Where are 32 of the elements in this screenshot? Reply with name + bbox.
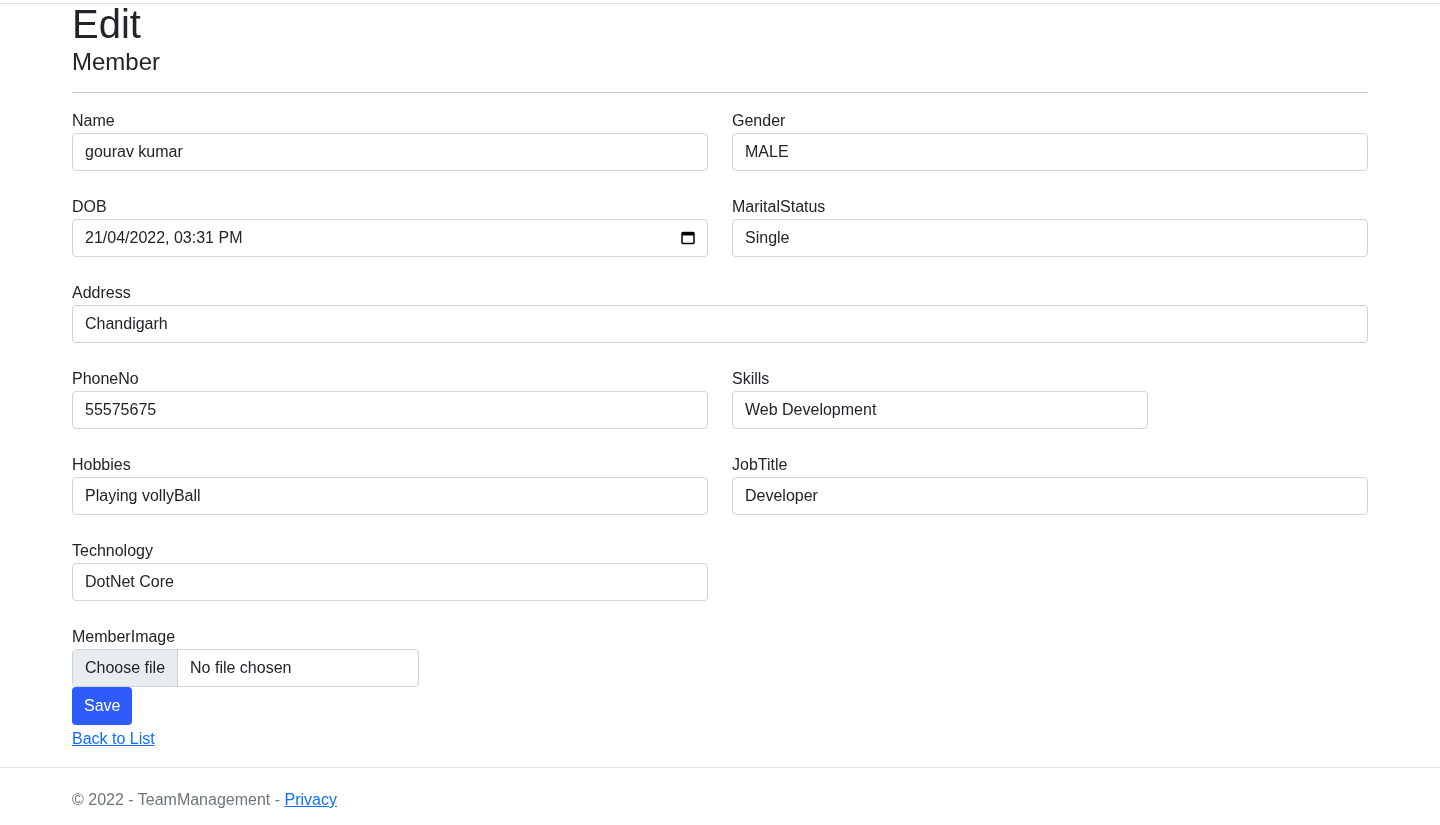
date-field[interactable]: 21/04/2022, 03:31 PM [72, 219, 708, 257]
input-field[interactable]: Playing vollyBall [72, 477, 708, 515]
field-label: DOB [72, 197, 108, 217]
field-label: Skills [732, 369, 771, 389]
page-subtitle: Member [72, 48, 162, 76]
input-field[interactable]: Chandigarh [72, 305, 1368, 343]
input-field[interactable]: Developer [732, 477, 1368, 515]
field-label: Technology [72, 541, 154, 561]
input-field[interactable]: MALE [732, 133, 1368, 171]
field-label: JobTitle [732, 455, 789, 475]
file-status: No file chosen [189, 658, 293, 678]
privacy-link[interactable]: Privacy [284, 791, 337, 808]
file-field[interactable]: Choose file No file chosen [72, 649, 419, 687]
field-label: Address [72, 283, 132, 303]
field-label: Gender [732, 111, 787, 131]
field-label: MemberImage [72, 627, 177, 647]
field-label: MaritalStatus [732, 197, 827, 217]
footer-text: © 2022 - TeamManagement - [72, 791, 282, 808]
field-label: PhoneNo [72, 369, 140, 389]
input-field[interactable]: 55575675 [72, 391, 708, 429]
calendar-icon[interactable] [681, 231, 695, 245]
input-field[interactable]: Single [732, 219, 1368, 257]
input-field[interactable]: gourav kumar [72, 133, 708, 171]
back-to-list-link[interactable]: Back to List [72, 730, 155, 747]
choose-file-button[interactable]: Choose file [73, 650, 179, 686]
input-field[interactable]: DotNet Core [72, 563, 708, 601]
page-title: Edit [72, 4, 141, 38]
date-value: 21/04/2022, 03:31 PM [85, 228, 243, 248]
field-label: Hobbies [72, 455, 132, 475]
field-label: Name [72, 111, 116, 131]
input-field[interactable]: Web Development [732, 391, 1148, 429]
save-button[interactable]: Save [72, 687, 133, 725]
